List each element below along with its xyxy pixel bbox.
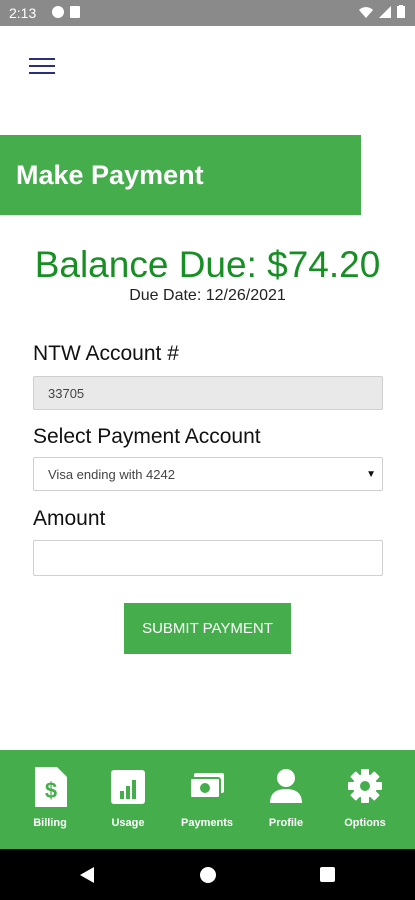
system-navigation-bar (0, 849, 415, 900)
nav-usage[interactable]: Usage (89, 750, 167, 849)
page-title: Make Payment (16, 160, 204, 190)
payment-account-selected: Visa ending with 4242 (48, 467, 175, 482)
back-icon[interactable] (79, 866, 95, 884)
recents-icon[interactable] (319, 866, 336, 883)
usage-icon (111, 770, 145, 804)
balance-due: Balance Due: $74.20 (34, 244, 381, 285)
submit-payment-button[interactable]: SUBMIT PAYMENT (124, 603, 291, 654)
wifi-icon (359, 6, 373, 18)
menu-line (29, 65, 55, 67)
amount-label: Amount (33, 507, 106, 530)
signal-icon (379, 5, 391, 18)
home-icon[interactable] (199, 866, 217, 884)
nav-payments[interactable]: Payments (168, 750, 246, 849)
nav-label-usage: Usage (111, 817, 145, 829)
battery-icon (397, 5, 405, 18)
storage-notification-icon (70, 6, 80, 18)
menu-line (29, 58, 55, 60)
payments-icon (190, 773, 224, 799)
profile-icon (270, 769, 302, 803)
dropdown-caret-icon: ▼ (366, 469, 376, 480)
nav-options[interactable]: Options (326, 750, 404, 849)
nav-label-payments: Payments (181, 817, 233, 829)
gear-icon (348, 769, 382, 803)
menu-line (29, 72, 55, 74)
account-number-field: 33705 (33, 376, 383, 410)
nav-label-options: Options (344, 817, 386, 829)
status-bar: 2:13 (0, 0, 415, 26)
due-date: Due Date: 12/26/2021 (129, 287, 286, 304)
account-number-label: NTW Account # (33, 342, 179, 365)
page-title-banner: Make Payment (0, 135, 361, 215)
nav-label-profile: Profile (268, 817, 304, 829)
payment-account-select[interactable]: Visa ending with 4242 ▼ (33, 457, 383, 491)
billing-icon: $ (35, 767, 67, 807)
nav-profile[interactable]: Profile (247, 750, 325, 849)
notification-icons (52, 6, 80, 18)
nav-label-billing: Billing (33, 817, 67, 829)
app-notification-icon (52, 6, 64, 18)
payment-account-label: Select Payment Account (33, 425, 261, 448)
status-time: 2:13 (9, 5, 37, 21)
nav-billing[interactable]: $ Billing (11, 750, 89, 849)
svg-text:$: $ (45, 778, 57, 803)
amount-input[interactable] (33, 540, 383, 576)
system-status-icons (359, 5, 405, 18)
menu-button[interactable] (29, 58, 55, 78)
bottom-nav: $ Billing Usage Payments Profile Options (0, 750, 415, 849)
